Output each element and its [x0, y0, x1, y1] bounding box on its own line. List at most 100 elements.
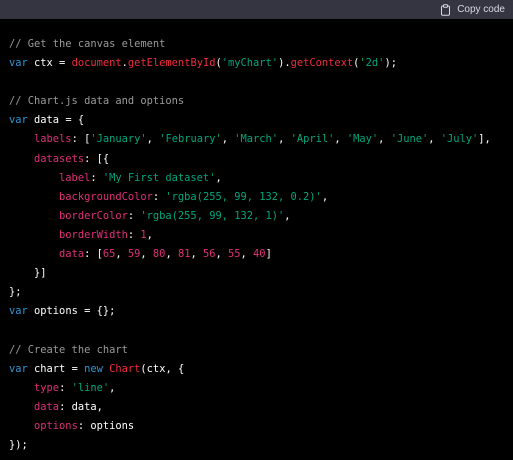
code-token-plain: ],: [478, 133, 491, 146]
code-line: data: data,: [9, 398, 513, 417]
code-token-plain: ,: [109, 381, 116, 394]
code-token-plain: :: [90, 171, 103, 184]
code-token-string: 'July': [440, 133, 479, 146]
code-content[interactable]: // Get the canvas element var ctx = docum…: [0, 19, 513, 460]
code-token-string: 'rgba(255, 99, 132, 1)': [140, 209, 285, 222]
code-token-plain: });: [9, 438, 28, 451]
code-token-plain: ,: [278, 133, 291, 146]
code-token-string: 'May': [346, 133, 379, 146]
code-token-plain: data = {: [27, 114, 85, 127]
code-token-number: 59: [127, 248, 141, 261]
code-line: borderColor: 'rgba(255, 99, 132, 1)',: [9, 207, 513, 226]
copy-code-button[interactable]: Copy code: [440, 3, 505, 16]
code-token-plain: ,: [146, 133, 160, 146]
code-line: }]: [9, 264, 513, 283]
code-token-number: 65: [102, 248, 116, 261]
code-token-string: 'March': [234, 133, 279, 146]
code-token-plain: : options: [77, 419, 135, 432]
code-line: var chart = new Chart(ctx, {: [9, 360, 513, 379]
code-token-property: borderColor: [59, 209, 128, 222]
code-token-keyword: new: [84, 362, 103, 375]
code-token-keyword: var: [9, 114, 28, 127]
code-token-plain: :: [59, 381, 72, 394]
code-token-plain: :: [127, 209, 141, 222]
code-token-plain: :: [152, 190, 166, 203]
code-token-property: data: [34, 400, 60, 413]
code-token-plain: ]: [265, 248, 272, 261]
code-line: label: 'My First dataset',: [9, 169, 513, 188]
code-token-plain: ,: [221, 133, 235, 146]
code-token-property: data: [59, 248, 85, 261]
code-token-plain: : [{: [84, 152, 110, 165]
code-token-plain: ,: [378, 133, 391, 146]
code-token-keyword: var: [9, 362, 28, 375]
code-line: // Chart.js data and options: [9, 92, 513, 111]
code-token-plain: ,: [146, 228, 153, 241]
code-token-comment: // Create the chart: [9, 343, 128, 356]
code-line: });: [9, 436, 513, 455]
code-token-plain: : [: [71, 133, 91, 146]
code-token-keyword: var: [9, 57, 28, 70]
code-token-string: 'June': [390, 133, 429, 146]
code-line: type: 'line',: [9, 379, 513, 398]
code-token-number: 40: [253, 248, 266, 261]
code-token-plain: : [: [84, 248, 103, 261]
code-line: borderWidth: 1,: [9, 226, 513, 245]
code-token-comment: // Chart.js data and options: [9, 95, 185, 108]
code-block-header: Copy code: [0, 0, 513, 19]
code-token-string: 'April': [290, 133, 335, 146]
code-token-property: options: [34, 419, 78, 432]
code-line: var data = {: [9, 111, 513, 130]
code-token-property: type: [34, 381, 60, 394]
code-token-plain: ,: [321, 190, 329, 203]
code-token-plain: ctx =: [27, 57, 72, 70]
code-token-identifier: getContext: [290, 57, 354, 70]
code-line: var ctx = document.getElementById('myCha…: [9, 54, 513, 73]
code-line: var options = {};: [9, 302, 513, 321]
code-token-plain: ,: [140, 248, 153, 261]
code-line: };: [9, 283, 513, 302]
code-token-plain: chart =: [27, 362, 85, 375]
code-token-plain: ,: [334, 133, 347, 146]
code-token-plain: ).: [278, 57, 291, 70]
code-token-number: 56: [202, 248, 216, 261]
code-token-string: '2d': [359, 57, 385, 70]
code-line: // Get the canvas element: [9, 35, 513, 54]
code-token-keyword: var: [9, 305, 28, 318]
code-token-plain: ,: [115, 248, 128, 261]
code-token-property: backgroundColor: [59, 190, 153, 203]
code-token-identifier: Chart: [109, 362, 141, 375]
code-token-property: labels: [34, 133, 72, 146]
code-line: options: options: [9, 417, 513, 436]
code-token-string: 'February': [159, 133, 222, 146]
code-token-string: 'January': [90, 133, 147, 146]
copy-code-label: Copy code: [457, 4, 505, 15]
code-token-identifier: getElementById: [127, 57, 216, 70]
code-token-plain: ,: [428, 133, 441, 146]
code-token-plain: ,: [215, 171, 222, 184]
clipboard-icon: [440, 3, 451, 16]
code-token-string: 'line': [71, 381, 110, 394]
code-token-plain: options = {};: [27, 305, 116, 318]
code-token-plain: );: [384, 57, 397, 70]
code-token-plain: }]: [9, 267, 47, 280]
code-token-property: datasets: [34, 152, 85, 165]
code-token-plain: ,: [190, 248, 203, 261]
code-line: backgroundColor: 'rgba(255, 99, 132, 0.2…: [9, 188, 513, 207]
code-line: labels: ['January', 'February', 'March',…: [9, 130, 513, 149]
code-token-number: 80: [152, 248, 166, 261]
code-token-plain: ,: [240, 248, 254, 261]
code-token-string: 'rgba(255, 99, 132, 0.2)': [165, 190, 322, 203]
code-line: data: [65, 59, 80, 81, 56, 55, 40]: [9, 245, 513, 264]
code-token-plain: ,: [165, 248, 178, 261]
